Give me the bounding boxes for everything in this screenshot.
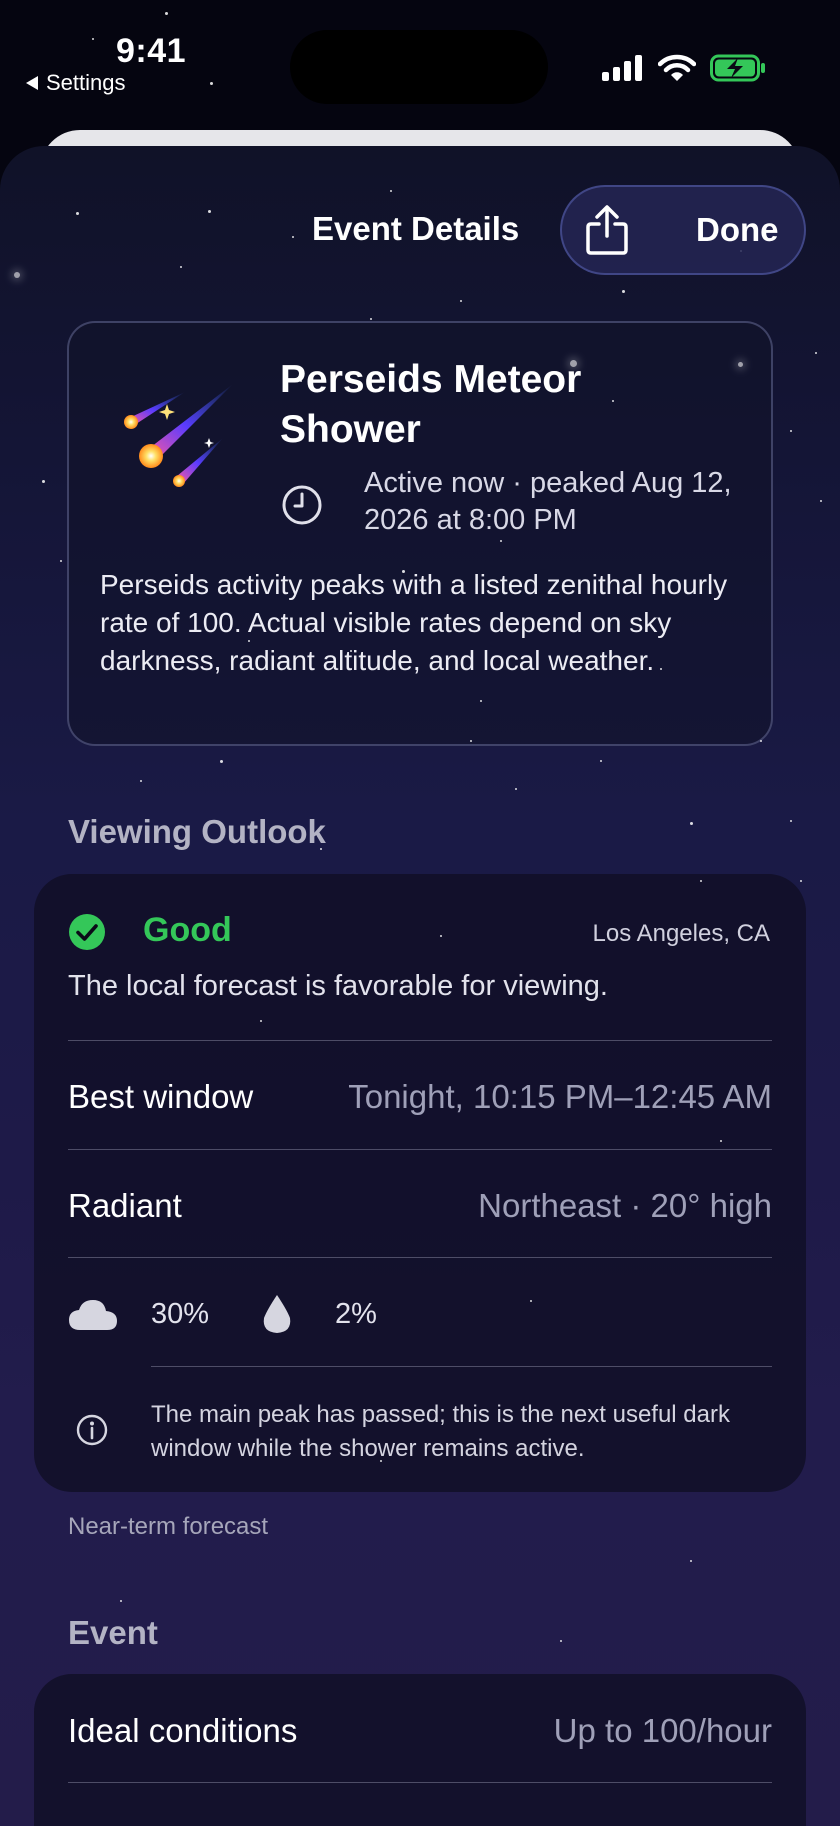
- location-label: Los Angeles, CA: [592, 920, 770, 947]
- share-icon: [586, 205, 628, 255]
- clock-icon: [282, 485, 322, 525]
- back-to-settings-button[interactable]: Settings: [26, 70, 126, 96]
- done-button[interactable]: Done: [696, 211, 779, 249]
- divider: [151, 1366, 772, 1367]
- precipitation-value: 2%: [335, 1298, 377, 1330]
- checkmark-circle-icon: [69, 914, 105, 950]
- header-actions: Done: [560, 185, 806, 275]
- best-window-value: Tonight, 10:15 PM–12:45 AM: [348, 1078, 772, 1115]
- divider: [68, 1040, 772, 1041]
- outlook-rating: Good: [143, 911, 232, 949]
- wifi-icon: [658, 54, 696, 81]
- back-arrow-icon: [26, 76, 38, 90]
- event-summary-card: Perseids Meteor Shower Active now · peak…: [67, 321, 773, 746]
- outlook-summary: The local forecast is favorable for view…: [68, 970, 608, 1002]
- divider: [68, 1257, 772, 1258]
- viewing-outlook-header: Viewing Outlook: [68, 813, 326, 850]
- event-status: Active now · peaked Aug 12, 2026 at 8:00…: [364, 467, 732, 536]
- ideal-conditions-label: Ideal conditions: [68, 1712, 298, 1749]
- dynamic-island: [290, 30, 548, 104]
- event-title: Perseids Meteor Shower: [280, 358, 582, 451]
- cloud-cover-value: 30%: [151, 1298, 210, 1330]
- cellular-signal-icon: [602, 55, 642, 81]
- info-icon: [76, 1414, 108, 1446]
- event-description: Perseids activity peaks with a listed ze…: [100, 569, 728, 676]
- status-time: 9:41: [116, 32, 187, 70]
- outlook-note: The main peak has passed; this is the ne…: [151, 1401, 730, 1462]
- best-window-label: Best window: [68, 1078, 254, 1115]
- status-icons: [602, 54, 766, 82]
- status-bar: 9:41 Settings: [0, 0, 840, 120]
- battery-charging-icon: [710, 54, 765, 82]
- event-details-group: [34, 1674, 806, 1826]
- forecast-footer: Near-term forecast: [68, 1513, 269, 1540]
- cloud-icon: [69, 1300, 117, 1330]
- radiant-value: Northeast · 20° high: [478, 1187, 772, 1224]
- share-button[interactable]: [562, 185, 652, 275]
- back-label: Settings: [46, 70, 126, 95]
- sheet-title: Event Details: [312, 210, 520, 247]
- meteor-icon: [121, 378, 241, 498]
- divider: [68, 1149, 772, 1150]
- divider: [68, 1782, 772, 1783]
- ideal-conditions-value: Up to 100/hour: [553, 1712, 772, 1749]
- radiant-label: Radiant: [68, 1187, 182, 1224]
- event-section-header: Event: [68, 1614, 158, 1651]
- raindrop-icon: [263, 1295, 291, 1333]
